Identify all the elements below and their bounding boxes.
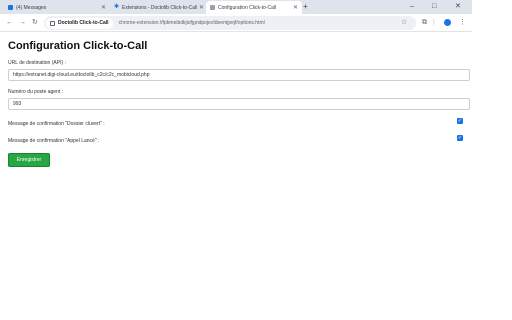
tab-title: Configuration Click-to-Call [218,4,277,11]
close-icon[interactable]: ✕ [101,4,106,11]
save-button[interactable]: Enregistrer [8,153,50,167]
station-number-input[interactable]: 993 [8,98,470,110]
tab-extensions[interactable]: ✱ Extensions - Doctolib Click-to-Call ✕ [110,1,208,14]
confirm-dossier-row: Message de confirmation "Dossier cluvert… [8,118,470,135]
tab-configuration[interactable]: Configuration Click-to-Call ✕ [206,1,302,14]
maximize-button[interactable]: □ [432,0,436,14]
minimize-button[interactable]: – [410,0,414,14]
profile-avatar[interactable] [444,19,451,26]
tab-title: Extensions - Doctolib Click-to-Call [122,4,197,11]
confirm-appel-checkbox[interactable]: ✓ [457,135,463,141]
confirm-dossier-checkbox[interactable]: ✓ [457,118,463,124]
close-icon[interactable]: ✕ [293,4,298,11]
station-number-value: 993 [13,101,22,107]
puzzle-icon: ✱ [114,4,120,10]
close-window-button[interactable]: ✕ [455,0,461,14]
bookmark-star-icon[interactable]: ☆ [401,17,407,29]
confirm-appel-label: Message de confirmation "Appel Lancé" : [8,138,100,144]
site-chip-label: Doctolib Click-to-Call [58,20,109,26]
reload-icon[interactable]: ↻ [32,17,38,29]
options-page: Configuration Click-to-Call URL de desti… [8,40,470,167]
back-arrow-icon[interactable]: ← [6,17,13,29]
tab-strip: (4) Messages ✕ ✱ Extensions - Doctolib C… [0,0,472,14]
api-url-input[interactable]: https://extranet.digi-cloud.eu/doctolib_… [8,69,470,81]
tab-title: (4) Messages [16,4,47,11]
menu-kebab-icon[interactable]: ⋮ [459,17,466,29]
tab-messages[interactable]: (4) Messages ✕ [4,1,110,14]
address-bar[interactable]: Doctolib Click-to-Call chrome-extension:… [44,16,416,30]
messages-favicon-icon [8,5,13,10]
browser-toolbar: ← → ↻ Doctolib Click-to-Call chrome-exte… [0,14,472,32]
page-favicon-icon [210,5,215,10]
url-text[interactable]: chrome-extension://fpbmeibdkjiofjgndpoje… [119,20,265,26]
close-icon[interactable]: ✕ [199,4,204,11]
confirm-appel-row: Message de confirmation "Appel Lancé" : … [8,135,470,152]
extensions-icon[interactable]: ⧉ [422,17,427,29]
site-chip[interactable]: Doctolib Click-to-Call [46,17,113,29]
page-title: Configuration Click-to-Call [8,40,148,52]
station-number-label: Numéro du poste agent : [8,89,64,95]
new-tab-button[interactable]: + [303,1,308,13]
api-url-label: URL de destination (API) : [8,60,66,66]
extension-icon [50,20,55,26]
forward-arrow-icon[interactable]: → [19,17,26,29]
api-url-value: https://extranet.digi-cloud.eu/doctolib_… [13,72,150,78]
toolbar-divider: | [433,19,435,26]
confirm-dossier-label: Message de confirmation "Dossier cluvert… [8,121,105,127]
